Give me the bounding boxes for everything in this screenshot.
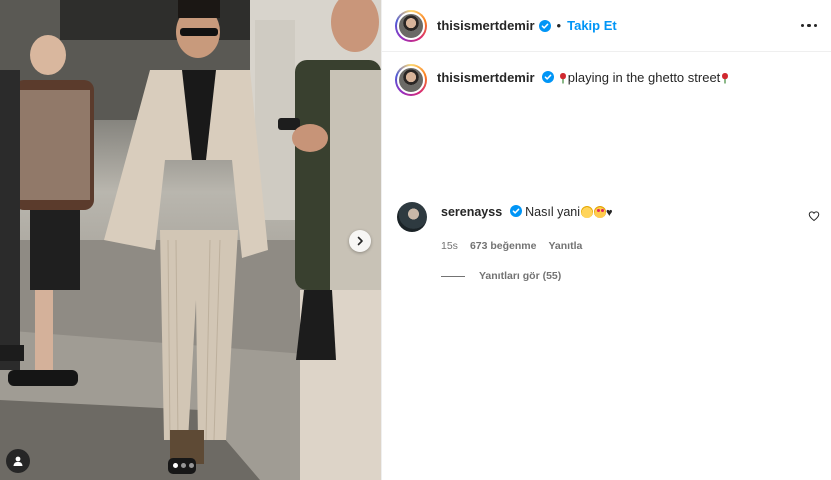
- post-caption: thisismertdemir playing in the ghetto st…: [395, 64, 730, 96]
- user-tag-icon: [13, 456, 23, 466]
- caption-text: playing in the ghetto street: [567, 70, 721, 85]
- verified-badge-icon: [509, 205, 522, 217]
- verified-badge-icon: [538, 19, 551, 32]
- comment-text: Nasıl yani: [525, 205, 581, 219]
- black-heart-emoji-icon: ♥: [606, 207, 613, 219]
- verified-badge-icon: [542, 71, 555, 83]
- commenter-username[interactable]: serenayss: [441, 205, 502, 219]
- rose-emoji-icon: [722, 73, 729, 84]
- commenter-avatar[interactable]: [397, 202, 427, 232]
- reply-button[interactable]: Yanıtla: [548, 240, 582, 252]
- comment-item: serenayss Nasıl yani ♥ 15s 673 beğenme Ya…: [397, 202, 822, 282]
- tagged-users-button[interactable]: [6, 449, 30, 473]
- follow-button[interactable]: Takip Et: [567, 18, 617, 33]
- caption-username[interactable]: thisismertdemir: [437, 70, 535, 85]
- rolling-eyes-emoji-icon: [581, 206, 594, 218]
- carousel-indicator: [173, 463, 194, 468]
- heart-outline-icon[interactable]: [808, 210, 820, 222]
- comment-likes[interactable]: 673 beğenme: [470, 240, 537, 252]
- carousel-next-button[interactable]: [349, 230, 371, 252]
- chevron-right-icon: [357, 236, 363, 246]
- post-details-panel: thisismertdemir • Takip Et thisismertdem…: [381, 0, 831, 480]
- caption-avatar[interactable]: [395, 64, 427, 96]
- author-avatar[interactable]: [395, 9, 427, 42]
- carousel-dot: [173, 463, 178, 468]
- heart-eyes-emoji-icon: [594, 206, 607, 218]
- view-replies-button[interactable]: Yanıtları gör (55): [441, 270, 822, 282]
- replies-divider: [441, 275, 465, 277]
- post-header: thisismertdemir • Takip Et: [382, 0, 831, 52]
- carousel-dot: [189, 463, 194, 468]
- author-username[interactable]: thisismertdemir: [437, 18, 535, 33]
- header-separator: •: [556, 18, 562, 33]
- rose-emoji-icon: [559, 73, 566, 84]
- comment-meta: 15s 673 beğenme Yanıtla: [441, 240, 822, 252]
- comment-time[interactable]: 15s: [441, 240, 458, 252]
- more-options-icon[interactable]: [800, 18, 817, 34]
- view-replies-label: Yanıtları gör (55): [479, 270, 562, 282]
- carousel-dot: [181, 463, 186, 468]
- street-photo: [0, 0, 381, 480]
- post-media[interactable]: [0, 0, 381, 480]
